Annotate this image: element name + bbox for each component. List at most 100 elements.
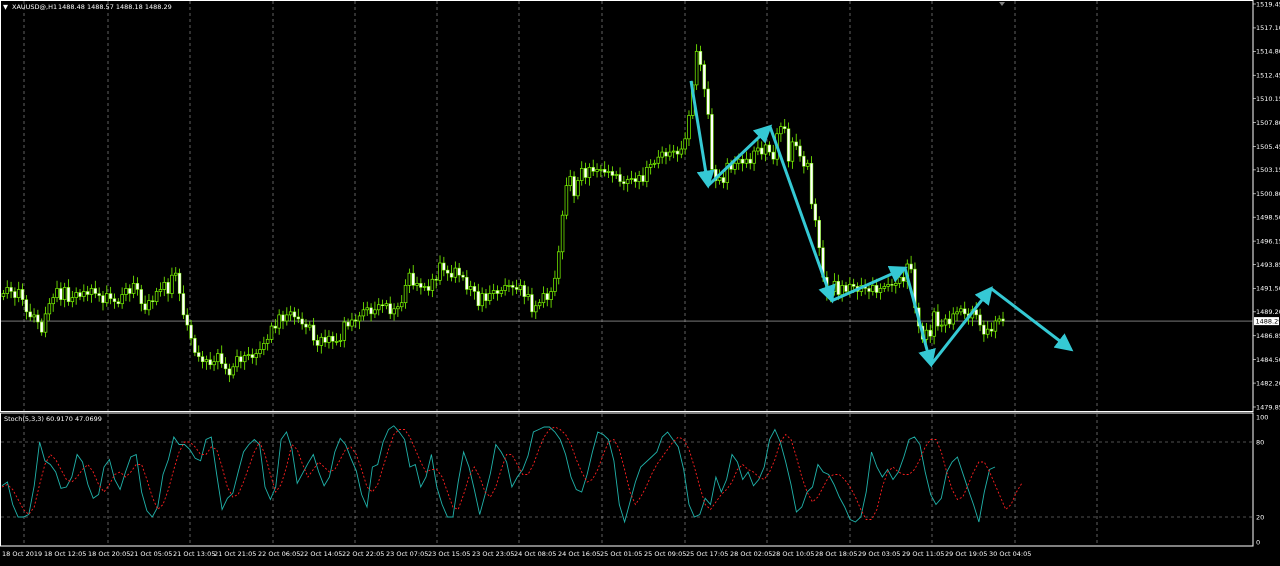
candle-body-bull bbox=[6, 287, 9, 293]
candle-body-bear bbox=[665, 152, 668, 156]
candle-body-bear bbox=[837, 281, 840, 294]
candle-body-bear bbox=[783, 127, 786, 129]
indicator-label: Stoch(5,3,3) 60.9170 47.0699 bbox=[4, 415, 102, 423]
price-tick-label-9: 1498.50 bbox=[1256, 214, 1280, 222]
candle-body-bear bbox=[305, 324, 308, 327]
trading-chart[interactable]: 1519.451517.101514.801512.451510.151507.… bbox=[0, 0, 1280, 562]
candle-body-bull bbox=[718, 178, 721, 181]
candle-body-bull bbox=[33, 315, 36, 317]
candle-body-bull bbox=[125, 288, 128, 294]
candle-body-bull bbox=[377, 305, 380, 310]
candle-body-bull bbox=[944, 319, 947, 325]
candle-body-bull bbox=[17, 289, 20, 297]
candle-body-bear bbox=[25, 300, 28, 312]
candle-body-bear bbox=[603, 169, 606, 172]
candle-body-bull bbox=[588, 167, 591, 177]
candle-body-bear bbox=[462, 275, 465, 277]
price-tick-label-7: 1503.15 bbox=[1256, 166, 1280, 174]
stoch-tick-label-0: 100 bbox=[1256, 413, 1268, 421]
candle-body-bear bbox=[316, 340, 319, 345]
candle-body-bull bbox=[320, 337, 323, 345]
candle-body-bull bbox=[638, 175, 641, 181]
candle-body-bull bbox=[599, 169, 602, 170]
candle-body-bull bbox=[423, 286, 426, 287]
candle-body-bull bbox=[393, 309, 396, 314]
candle-body-bear bbox=[676, 151, 679, 154]
candle-body-bull bbox=[569, 176, 572, 185]
candle-body-bull bbox=[879, 288, 882, 292]
candle-body-bear bbox=[511, 285, 514, 287]
symbol-label: XAUUSD@,H1 bbox=[12, 3, 57, 11]
time-label-5: 21 Oct 21:05 bbox=[214, 550, 256, 558]
candle-body-bull bbox=[132, 283, 135, 293]
candle-body-bear bbox=[772, 152, 775, 159]
candle-body-bear bbox=[749, 159, 752, 163]
candle-body-bull bbox=[105, 294, 108, 303]
candle-body-bear bbox=[79, 293, 82, 297]
candle-body-bear bbox=[937, 312, 940, 326]
candle-body-bear bbox=[136, 283, 139, 289]
candle-body-bull bbox=[174, 273, 177, 275]
candle-body-bull bbox=[508, 285, 511, 286]
candle-body-bull bbox=[554, 278, 557, 291]
candle-body-bull bbox=[90, 288, 93, 294]
candle-body-bear bbox=[113, 299, 116, 302]
candle-body-bull bbox=[680, 149, 683, 154]
candle-body-bear bbox=[799, 146, 802, 156]
candle-body-bull bbox=[626, 180, 629, 184]
candle-body-bear bbox=[117, 302, 120, 304]
candle-body-bull bbox=[270, 326, 273, 339]
candle-body-bull bbox=[262, 343, 265, 349]
price-tick-label-2: 1514.80 bbox=[1256, 48, 1280, 56]
candle-body-bull bbox=[385, 304, 388, 306]
candle-body-bear bbox=[963, 309, 966, 314]
candle-body-bear bbox=[144, 304, 147, 310]
time-axis: 18 Oct 201918 Oct 12:0518 Oct 20:0521 Oc… bbox=[2, 550, 1031, 558]
candle-body-bear bbox=[324, 337, 327, 342]
time-label-21: 29 Oct 11:05 bbox=[902, 550, 944, 558]
candle-body-bear bbox=[868, 288, 871, 291]
candle-body-bear bbox=[167, 282, 170, 293]
price-tick-label-4: 1510.15 bbox=[1256, 95, 1280, 103]
candle-body-bear bbox=[427, 286, 430, 290]
time-label-6: 22 Oct 06:05 bbox=[258, 550, 300, 558]
price-tick-label-0: 1519.45 bbox=[1256, 0, 1280, 8]
candle-body-bull bbox=[668, 152, 671, 156]
chart-canvas[interactable]: 1519.451517.101514.801512.451510.151507.… bbox=[0, 0, 1280, 562]
stoch-tick-label-3: 0 bbox=[1256, 538, 1260, 546]
candle-body-bear bbox=[707, 89, 710, 114]
candle-body-bull bbox=[757, 148, 760, 151]
candle-body-bear bbox=[239, 357, 242, 362]
price-tick-label-5: 1507.80 bbox=[1256, 119, 1280, 127]
candle-body-bull bbox=[155, 291, 158, 301]
candle-body-bear bbox=[21, 289, 24, 299]
candle-body-bear bbox=[13, 291, 16, 297]
candle-body-bear bbox=[209, 360, 212, 365]
candle-body-bull bbox=[998, 319, 1001, 321]
price-tick-label-12: 1491.50 bbox=[1256, 285, 1280, 293]
candle-body-bear bbox=[979, 315, 982, 325]
candle-body-bull bbox=[960, 309, 963, 312]
candle-body-bear bbox=[768, 145, 771, 152]
candle-body-bull bbox=[779, 127, 782, 134]
candle-body-bear bbox=[228, 369, 231, 375]
candle-body-bear bbox=[140, 289, 143, 303]
candle-body-bull bbox=[695, 51, 698, 85]
candle-body-bear bbox=[186, 315, 189, 325]
candle-body-bear bbox=[990, 329, 993, 331]
candle-body-bull bbox=[366, 308, 369, 310]
candle-body-bear bbox=[450, 273, 453, 277]
time-label-12: 24 Oct 08:05 bbox=[514, 550, 556, 558]
candle-body-bull bbox=[737, 159, 740, 163]
candle-body-bear bbox=[703, 65, 706, 89]
candle-body-bull bbox=[933, 312, 936, 336]
candle-body-bear bbox=[446, 270, 449, 273]
candle-body-bear bbox=[381, 305, 384, 306]
candle-body-bull bbox=[764, 145, 767, 154]
triangle-down-icon[interactable]: ▼ bbox=[3, 3, 8, 11]
time-label-7: 22 Oct 14:05 bbox=[300, 550, 342, 558]
candle-body-bull bbox=[841, 285, 844, 294]
candle-body-bear bbox=[465, 277, 468, 289]
price-tick-label-8: 1500.80 bbox=[1256, 190, 1280, 198]
candle-body-bull bbox=[684, 139, 687, 149]
